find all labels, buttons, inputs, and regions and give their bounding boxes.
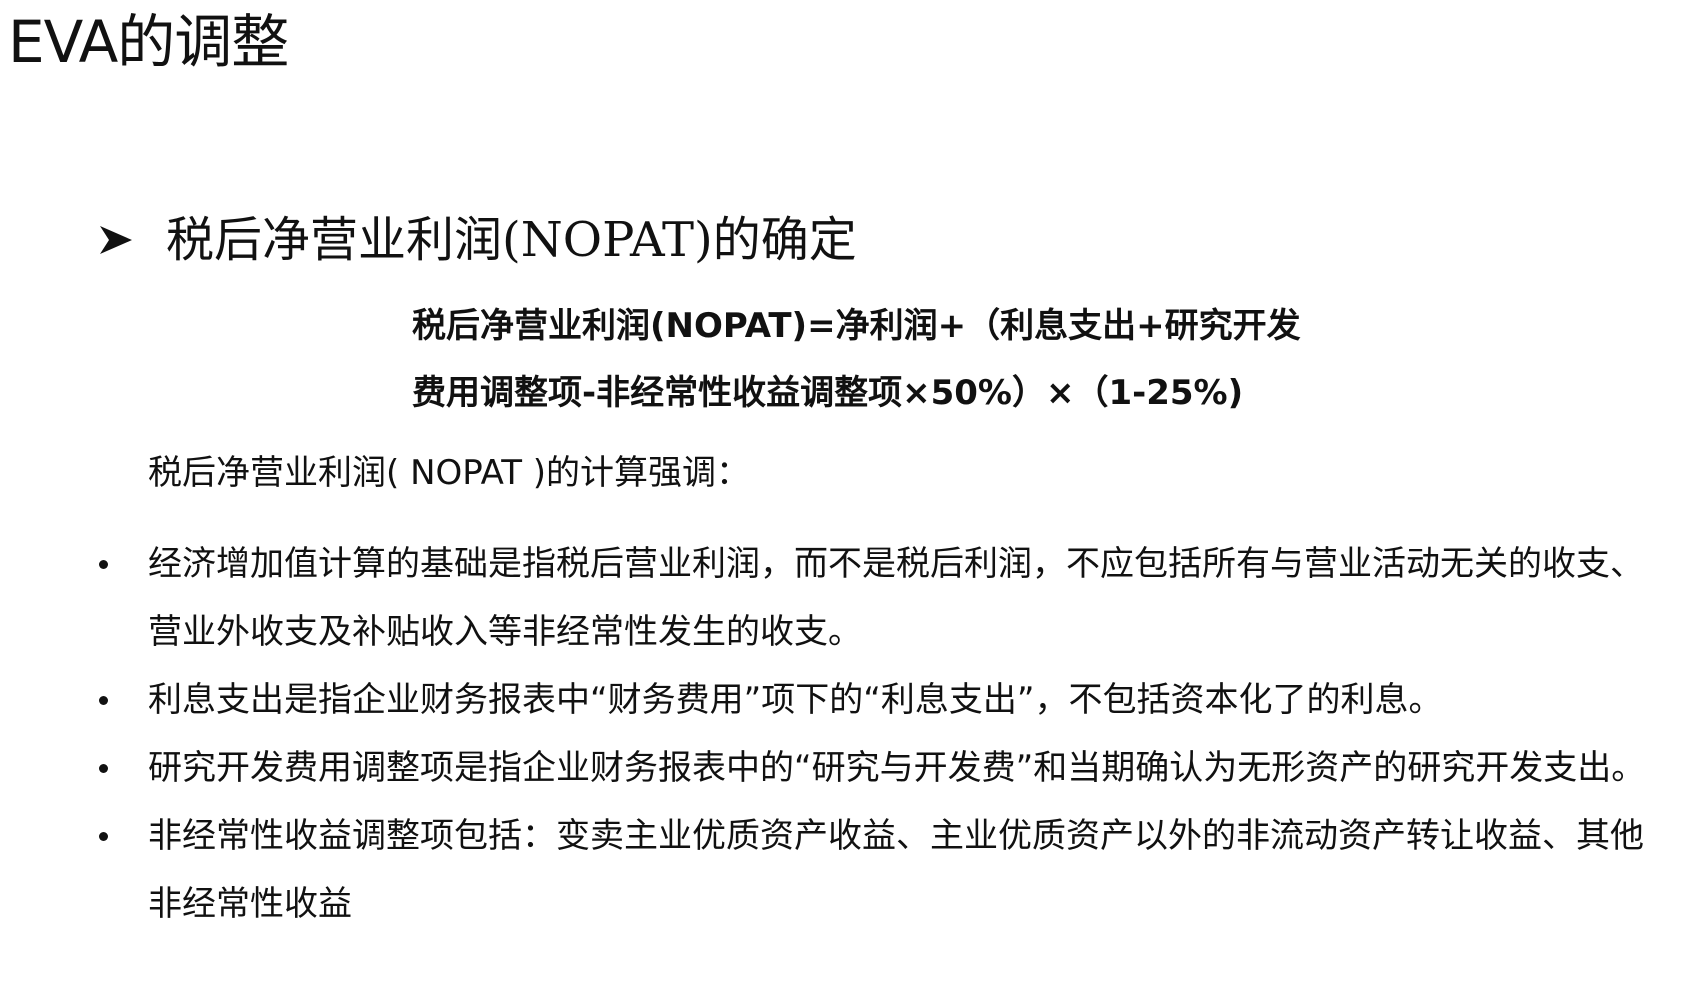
formula-line-1: 税后净营业利润(NOPAT)=净利润+（利息支出+研究开发 — [412, 306, 1301, 346]
bullet-dot-icon — [99, 764, 108, 773]
bullet-dot-icon — [99, 560, 108, 569]
formula-line-2: 费用调整项-非经常性收益调整项×50%）×（1-25%) — [412, 373, 1244, 413]
bullet-dot-icon — [99, 832, 108, 841]
slide-title: EVA的调整 — [8, 8, 289, 76]
bullet-item: 非经常性收益调整项包括：变卖主业优质资产收益、主业优质资产以外的非流动资产转让收… — [0, 802, 1673, 938]
section-heading-text: 税后净营业利润(NOPAT)的确定 — [166, 212, 857, 268]
intro-text: 税后净营业利润( NOPAT )的计算强调： — [148, 453, 751, 493]
bullet-item: 经济增加值计算的基础是指税后营业利润，而不是税后利润，不应包括所有与营业活动无关… — [0, 530, 1673, 666]
bullet-item: 研究开发费用调整项是指企业财务报表中的“研究与开发费”和当期确认为无形资产的研究… — [0, 734, 1673, 802]
bullet-text: 利息支出是指企业财务报表中“财务费用”项下的“利息支出”，不包括资本化了的利息。 — [148, 680, 1443, 720]
arrow-bullet-icon — [96, 220, 136, 260]
bullet-dot-icon — [99, 696, 108, 705]
bullet-item: 利息支出是指企业财务报表中“财务费用”项下的“利息支出”，不包括资本化了的利息。 — [0, 666, 1673, 734]
bullet-text: 研究开发费用调整项是指企业财务报表中的“研究与开发费”和当期确认为无形资产的研究… — [148, 748, 1646, 788]
bullet-list: 经济增加值计算的基础是指税后营业利润，而不是税后利润，不应包括所有与营业活动无关… — [0, 530, 1697, 938]
bullet-text: 经济增加值计算的基础是指税后营业利润，而不是税后利润，不应包括所有与营业活动无关… — [148, 544, 1644, 652]
section-heading: 税后净营业利润(NOPAT)的确定 — [96, 208, 857, 272]
bullet-text: 非经常性收益调整项包括：变卖主业优质资产收益、主业优质资产以外的非流动资产转让收… — [148, 816, 1644, 924]
